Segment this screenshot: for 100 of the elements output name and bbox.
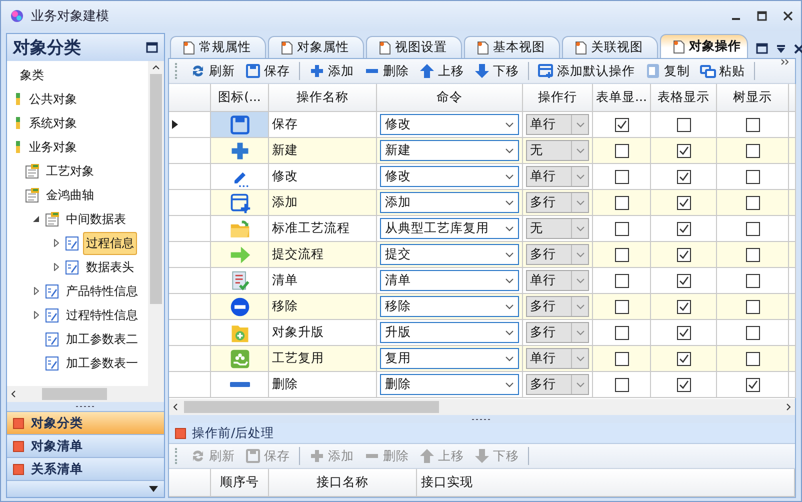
tab[interactable]: 视图设置 xyxy=(366,36,462,58)
checkbox[interactable] xyxy=(746,274,760,288)
checkbox[interactable] xyxy=(746,144,760,158)
checkbox[interactable] xyxy=(746,378,760,392)
row-mode-dropdown[interactable]: 多行 xyxy=(526,192,589,213)
checkbox[interactable] xyxy=(614,118,628,132)
vertical-scrollbar[interactable] xyxy=(148,61,164,386)
column-header[interactable]: 接口名称 xyxy=(269,469,417,497)
collapsed-arrow-icon[interactable] xyxy=(34,287,38,295)
checkbox[interactable] xyxy=(746,170,760,184)
close-icon[interactable] xyxy=(794,44,802,54)
maximize-icon[interactable] xyxy=(757,11,767,21)
maximize-icon[interactable] xyxy=(146,42,158,53)
maximize-icon[interactable] xyxy=(756,43,768,54)
checkbox[interactable] xyxy=(746,352,760,366)
checkbox[interactable] xyxy=(614,170,628,184)
checkbox[interactable] xyxy=(746,248,760,262)
nav-item[interactable]: 关系清单 xyxy=(7,457,164,480)
command-dropdown[interactable]: 移除 xyxy=(380,296,519,317)
toolbar-button[interactable]: 保存 xyxy=(241,62,294,80)
column-header[interactable]: 表单显... xyxy=(593,84,651,112)
command-dropdown[interactable]: 删除 xyxy=(380,374,519,395)
row-mode-dropdown[interactable]: 多行 xyxy=(526,296,589,317)
row-mode-dropdown[interactable]: 无 xyxy=(526,140,589,161)
command-dropdown[interactable]: 新建 xyxy=(380,140,519,161)
command-dropdown[interactable]: 升版 xyxy=(380,322,519,343)
tab[interactable]: 常规属性 xyxy=(170,36,266,58)
command-dropdown[interactable]: 复用 xyxy=(380,348,519,369)
scroll-right-icon[interactable] xyxy=(786,403,791,411)
command-dropdown[interactable]: 修改 xyxy=(380,114,519,135)
row-mode-dropdown[interactable]: 单行 xyxy=(526,114,589,135)
checkbox[interactable] xyxy=(676,352,690,366)
scroll-left-icon[interactable] xyxy=(173,403,178,411)
horizontal-scrollbar[interactable] xyxy=(7,386,164,402)
tree-item[interactable]: 加工参数表二 xyxy=(63,328,141,350)
tree-item[interactable]: 象类 xyxy=(17,64,47,86)
row-mode-dropdown[interactable]: 多行 xyxy=(526,244,589,265)
tree-item[interactable]: 公共对象 xyxy=(26,88,80,110)
checkbox[interactable] xyxy=(614,378,628,392)
checkbox[interactable] xyxy=(746,326,760,340)
splitter-grip[interactable] xyxy=(471,418,493,420)
scroll-up-icon[interactable] xyxy=(152,65,160,70)
dropdown-arrow-icon[interactable] xyxy=(776,44,786,54)
checkbox[interactable] xyxy=(746,300,760,314)
toolbar-button[interactable]: 刷新 xyxy=(186,62,239,80)
tree-item[interactable]: 系统对象 xyxy=(26,112,80,134)
overflow-chevron-icon[interactable] xyxy=(781,59,789,65)
splitter-grip[interactable] xyxy=(74,405,96,408)
checkbox[interactable] xyxy=(746,196,760,210)
column-header[interactable]: 顺序号 xyxy=(211,469,269,497)
column-header[interactable]: 树显示 xyxy=(717,84,789,112)
column-header[interactable]: 操作名称 xyxy=(269,84,377,112)
command-dropdown[interactable]: 修改 xyxy=(380,166,519,187)
row-header[interactable] xyxy=(169,112,211,138)
toolbar-button[interactable]: 添加 xyxy=(305,62,358,80)
tree-item[interactable]: 业务对象 xyxy=(26,136,80,158)
row-mode-dropdown[interactable]: 单行 xyxy=(526,166,589,187)
tree-item[interactable]: 工艺对象 xyxy=(43,160,97,182)
checkbox[interactable] xyxy=(676,222,690,236)
column-header[interactable]: 表格显示 xyxy=(651,84,717,112)
tab[interactable]: 对象属性 xyxy=(268,36,364,58)
checkbox[interactable] xyxy=(676,326,690,340)
checkbox[interactable] xyxy=(676,144,690,158)
tree-item[interactable]: 中间数据表 xyxy=(63,208,129,230)
tab[interactable]: 关联视图 xyxy=(562,36,658,58)
checkbox[interactable] xyxy=(676,378,690,392)
collapsed-arrow-icon[interactable] xyxy=(34,311,38,319)
dropdown-arrow-icon[interactable] xyxy=(149,486,158,492)
tree-item[interactable]: 金鸿曲轴 xyxy=(43,184,97,206)
tree-item[interactable]: 数据表头 xyxy=(83,256,137,278)
toolbar-button[interactable]: 粘贴 xyxy=(696,62,749,80)
column-header[interactable]: 接口实现 xyxy=(417,469,795,497)
collapsed-arrow-icon[interactable] xyxy=(54,239,58,247)
column-header[interactable]: 命令 xyxy=(377,84,523,112)
checkbox[interactable] xyxy=(676,274,690,288)
checkbox[interactable] xyxy=(676,248,690,262)
close-icon[interactable] xyxy=(783,11,793,21)
toolbar-button[interactable]: 复制 xyxy=(641,62,694,80)
toolbar-button[interactable]: 下移 xyxy=(470,62,523,80)
checkbox[interactable] xyxy=(614,222,628,236)
command-dropdown[interactable]: 清单 xyxy=(380,270,519,291)
row-mode-dropdown[interactable]: 单行 xyxy=(526,270,589,291)
tree-item[interactable]: 产品特性信息 xyxy=(63,280,141,302)
row-mode-dropdown[interactable]: 单行 xyxy=(526,348,589,369)
checkbox[interactable] xyxy=(614,144,628,158)
scroll-left-icon[interactable] xyxy=(11,390,16,398)
checkbox[interactable] xyxy=(676,118,690,132)
row-mode-dropdown[interactable]: 无 xyxy=(526,218,589,239)
checkbox[interactable] xyxy=(614,352,628,366)
row-mode-dropdown[interactable]: 多行 xyxy=(526,322,589,343)
checkbox[interactable] xyxy=(614,300,628,314)
column-header[interactable]: 操作行 xyxy=(523,84,593,112)
toolbar-button[interactable]: 上移 xyxy=(415,62,468,80)
command-dropdown[interactable]: 从典型工艺库复用 xyxy=(380,218,519,239)
collapsed-arrow-icon[interactable] xyxy=(54,263,58,271)
command-dropdown[interactable]: 添加 xyxy=(380,192,519,213)
expanded-arrow-icon[interactable] xyxy=(33,216,39,222)
tab[interactable]: 对象操作 xyxy=(660,34,748,58)
checkbox[interactable] xyxy=(614,274,628,288)
nav-item[interactable]: 对象清单 xyxy=(7,434,164,457)
